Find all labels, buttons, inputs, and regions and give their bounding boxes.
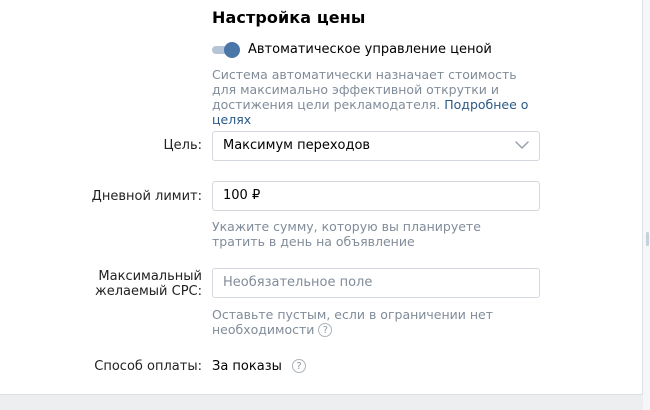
max-cpc-label-line1: Максимальный xyxy=(98,269,202,284)
payment-label: Способ оплаты: xyxy=(94,359,202,374)
auto-price-label: Автоматическое управление ценой xyxy=(248,42,492,57)
max-cpc-label: Максимальный желаемый CPC: xyxy=(2,269,202,299)
toggle-knob xyxy=(224,42,240,58)
max-cpc-hint: Оставьте пустым, если в ограничении нет … xyxy=(212,307,502,338)
chevron-down-icon xyxy=(515,141,529,149)
max-cpc-input[interactable]: Необязательное поле xyxy=(212,268,540,298)
section-title: Настройка цены xyxy=(212,8,366,27)
max-cpc-placeholder: Необязательное поле xyxy=(223,275,373,290)
daily-limit-hint: Укажите сумму, которую вы планируете тра… xyxy=(212,219,481,249)
auto-price-toggle[interactable] xyxy=(212,42,240,58)
help-icon[interactable]: ? xyxy=(318,322,333,337)
daily-limit-label: Дневной лимит: xyxy=(91,189,202,204)
max-cpc-hint-text: Оставьте пустым, если в ограничении нет … xyxy=(212,307,494,337)
scrollbar-thumb[interactable] xyxy=(646,232,649,246)
help-icon[interactable]: ? xyxy=(292,358,307,373)
scrollbar-track[interactable] xyxy=(643,0,650,410)
auto-price-hint: Система автоматически назначает стоимост… xyxy=(212,67,542,127)
goal-label: Цель: xyxy=(163,138,202,153)
goal-select-value: Максимум переходов xyxy=(223,138,371,153)
daily-limit-input[interactable]: 100 ₽ xyxy=(212,181,540,211)
max-cpc-label-line2: желаемый CPC: xyxy=(94,284,202,299)
payment-method-value: За показы xyxy=(212,359,282,374)
daily-limit-value: 100 ₽ xyxy=(223,188,261,203)
payment-method: За показы ? xyxy=(212,358,307,374)
goal-select[interactable]: Максимум переходов xyxy=(212,131,540,161)
